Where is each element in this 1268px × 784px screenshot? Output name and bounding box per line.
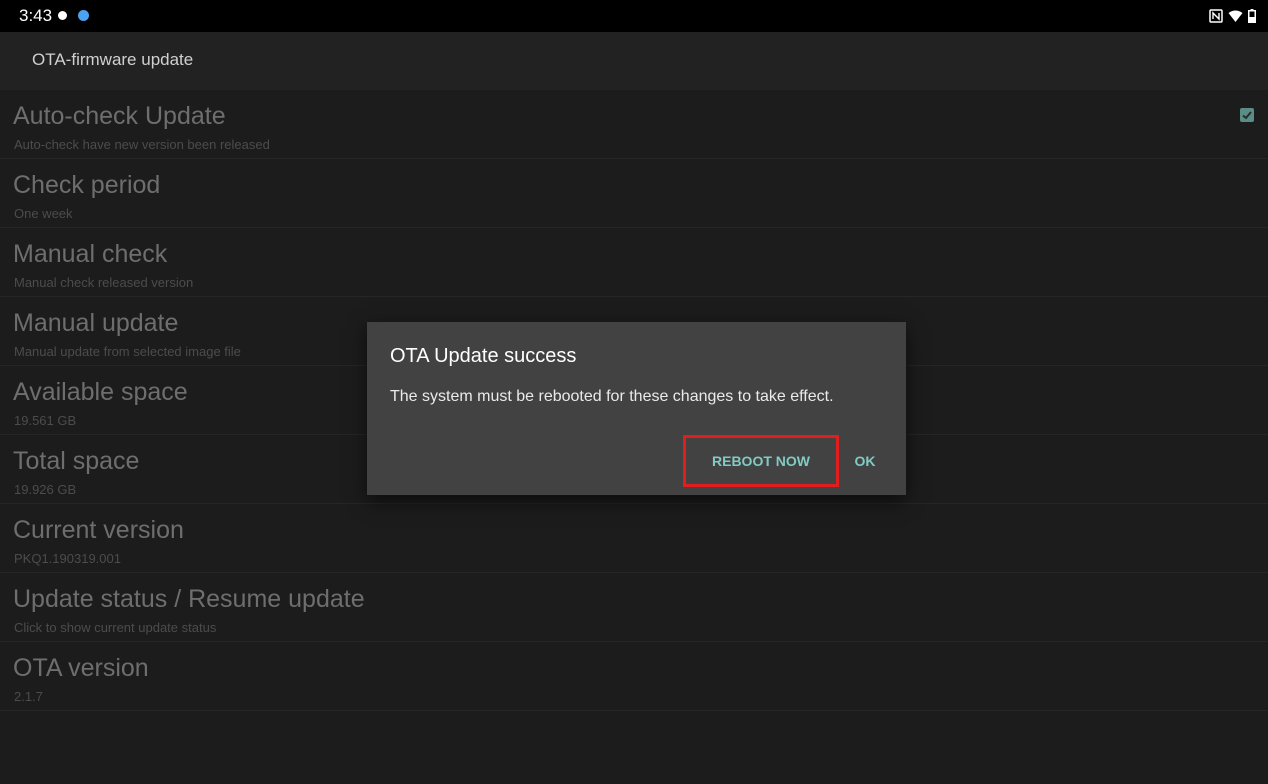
dialog-title: OTA Update success [390,345,577,367]
globe-icon [78,10,89,21]
status-bar: 3:43 [0,0,1268,32]
dialog-message: The system must be rebooted for these ch… [390,388,834,405]
notification-dot-icon [58,11,67,20]
wifi-icon [1228,10,1243,22]
status-icons [1209,8,1256,24]
page-title: OTA-firmware update [32,50,194,69]
ok-button[interactable]: OK [847,435,883,487]
screen: 3:43 OTA-firmware update Auto-check Upda… [0,0,1268,784]
status-time: 3:43 [19,6,53,25]
action-bar: OTA-firmware update [0,32,1268,90]
battery-icon [1248,9,1256,23]
reboot-now-button[interactable]: REBOOT NOW [683,435,839,487]
ota-success-dialog: OTA Update success The system must be re… [367,322,906,495]
nfc-icon [1209,9,1223,23]
